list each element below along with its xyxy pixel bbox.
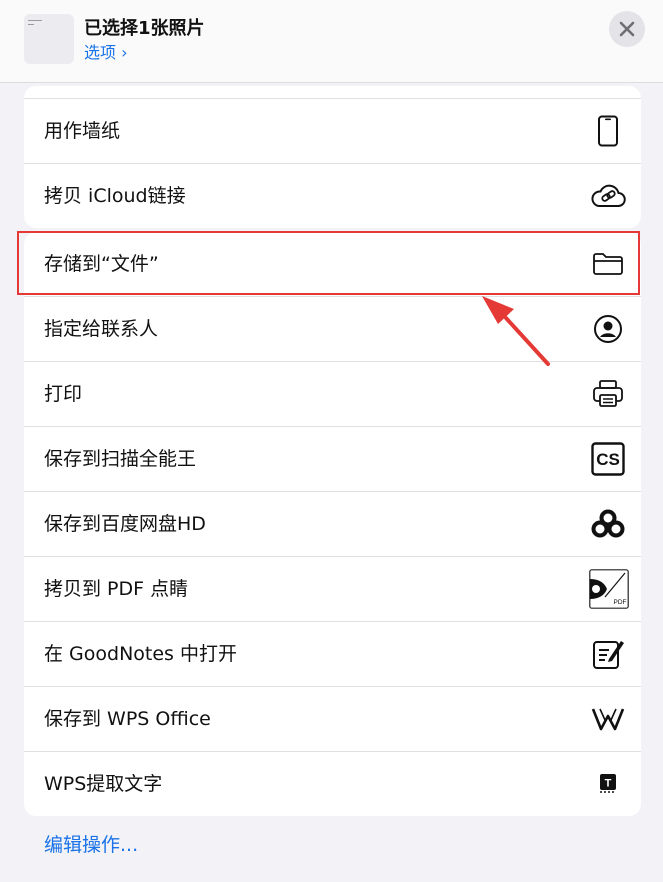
close-icon xyxy=(619,21,635,37)
share-sheet-header: 已选择1张照片 选项 › xyxy=(0,0,663,83)
header-title: 已选择1张照片 xyxy=(84,18,205,39)
action-label: 在 GoodNotes 中打开 xyxy=(44,643,237,665)
action-row-wallpaper[interactable]: 用作墙纸 xyxy=(24,99,641,164)
printer-icon xyxy=(589,375,627,413)
action-label: 拷贝到 PDF 点睛 xyxy=(44,578,189,600)
action-label: 指定给联系人 xyxy=(44,318,159,340)
camscanner-icon-text: CS xyxy=(596,450,620,469)
goodnotes-icon xyxy=(589,635,627,673)
action-label: 保存到 WPS Office xyxy=(44,708,211,730)
close-button[interactable] xyxy=(609,11,645,47)
contact-icon xyxy=(589,310,627,348)
folder-icon xyxy=(589,245,627,283)
action-label: 保存到百度网盘HD xyxy=(44,513,206,535)
action-label: 拷贝 iCloud链接 xyxy=(44,185,186,207)
action-label: WPS提取文字 xyxy=(44,773,163,795)
action-group-2: 存储到“文件” 指定给联系人 打印 保存到扫描全能王 CS 保存到百度网盘HD … xyxy=(24,232,641,816)
action-label: 存储到“文件” xyxy=(44,253,159,275)
wps-extract-text-icon: T xyxy=(589,765,627,803)
photo-thumbnail xyxy=(24,14,74,64)
action-row-wps-extract-text[interactable]: WPS提取文字 T xyxy=(24,752,641,816)
wps-extract-icon-text: T xyxy=(605,778,612,790)
pdf-expert-icon: PDF xyxy=(589,569,629,609)
wps-office-icon xyxy=(589,700,627,738)
edit-actions-link[interactable]: 编辑操作... xyxy=(44,830,138,857)
baidu-netdisk-icon xyxy=(589,505,627,543)
action-label: 保存到扫描全能王 xyxy=(44,448,197,470)
action-row-icloud-link[interactable]: 拷贝 iCloud链接 xyxy=(24,164,641,228)
camscanner-icon: CS xyxy=(589,440,627,478)
icloud-link-icon xyxy=(589,177,627,215)
action-row-save-to-files[interactable]: 存储到“文件” xyxy=(24,232,641,297)
action-row-goodnotes[interactable]: 在 GoodNotes 中打开 xyxy=(24,622,641,687)
options-link[interactable]: 选项 › xyxy=(84,39,128,63)
action-row-pdf-expert[interactable]: 拷贝到 PDF 点睛 PDF xyxy=(24,557,641,622)
action-row-assign-contact[interactable]: 指定给联系人 xyxy=(24,297,641,362)
pdf-icon-text: PDF xyxy=(614,599,627,606)
action-row-camscanner[interactable]: 保存到扫描全能王 CS xyxy=(24,427,641,492)
action-row-print[interactable]: 打印 xyxy=(24,362,641,427)
action-label: 用作墙纸 xyxy=(44,120,121,142)
phone-icon xyxy=(589,112,627,150)
action-group-1: 用作墙纸 拷贝 iCloud链接 xyxy=(24,86,641,228)
action-row-wps-office[interactable]: 保存到 WPS Office xyxy=(24,687,641,752)
action-label: 打印 xyxy=(44,383,83,405)
action-row-baidu-netdisk[interactable]: 保存到百度网盘HD xyxy=(24,492,641,557)
